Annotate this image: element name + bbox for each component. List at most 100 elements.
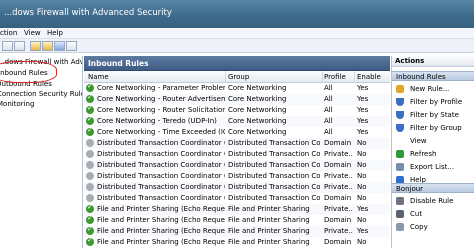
rule-group: Distributed Transaction Coo... xyxy=(228,139,320,147)
table-row[interactable]: Distributed Transaction Coordinator (RPC… xyxy=(84,149,390,160)
rule-name: File and Printer Sharing (Echo Request -… xyxy=(97,227,225,235)
rule-profile: All xyxy=(324,84,333,92)
show-pane-icon[interactable] xyxy=(66,41,77,51)
rule-enabled: Yes xyxy=(357,95,369,103)
new-rule-icon xyxy=(396,85,404,93)
action-label: Filter by Profile xyxy=(410,98,463,106)
disabled-rule-icon xyxy=(86,172,94,180)
table-row[interactable]: File and Printer Sharing (Echo Request -… xyxy=(84,214,390,226)
enabled-rule-icon xyxy=(86,93,94,103)
disabled-rule-icon xyxy=(86,161,94,169)
action-label: Disable Rule xyxy=(410,197,454,205)
enabled-rule-icon xyxy=(86,115,94,125)
disable-icon xyxy=(396,197,404,205)
action-label: Filter by State xyxy=(410,111,459,119)
rule-group: File and Printer Sharing xyxy=(228,205,310,213)
rule-group: Core Networking xyxy=(228,128,287,136)
table-row[interactable]: Core Networking - Router Solicitation (I… xyxy=(84,104,390,116)
table-row[interactable]: Distributed Transaction Coordinator (RPC… xyxy=(84,160,390,171)
filter-icon xyxy=(396,124,404,132)
tree-item-connection-security[interactable]: Connection Security Rules xyxy=(0,90,82,98)
table-row[interactable]: Distributed Transaction Coordinator (TCP… xyxy=(84,182,390,193)
actions-section-bonjour[interactable]: Bonjour xyxy=(392,183,474,193)
back-icon[interactable] xyxy=(2,41,13,51)
rule-profile: All xyxy=(324,117,333,125)
disabled-rule-icon xyxy=(86,183,94,191)
help-icon[interactable] xyxy=(54,41,65,51)
table-row[interactable]: Core Networking - Time Exceeded (ICMP...… xyxy=(84,126,390,138)
rule-profile: All xyxy=(324,128,333,136)
rule-name: File and Printer Sharing (Echo Request -… xyxy=(97,216,225,224)
action-new-rule[interactable]: New Rule... xyxy=(392,83,474,95)
table-row[interactable]: Distributed Transaction Coordinator (RPC… xyxy=(84,171,390,182)
action-label: Cut xyxy=(410,210,423,218)
action-label: View xyxy=(410,137,427,145)
toolbar xyxy=(0,39,474,53)
rule-profile: Private... xyxy=(324,172,353,180)
rule-name: Core Networking - Parameter Problem (I..… xyxy=(97,84,225,92)
column-profile[interactable]: Profile xyxy=(324,73,346,81)
action-label: New Rule... xyxy=(410,85,450,93)
rule-enabled: Yes xyxy=(357,84,369,92)
table-row[interactable]: Distributed Transaction Coordinator (RPC… xyxy=(84,138,390,149)
rule-profile: Domain xyxy=(324,161,352,169)
rule-profile: Private... xyxy=(324,183,353,191)
actions-title: Actions xyxy=(395,57,425,65)
action-filter-by-profile[interactable]: Filter by Profile xyxy=(392,96,474,108)
table-row[interactable]: Distributed Transaction Coordinator (TCP… xyxy=(84,193,390,204)
action-refresh[interactable]: Refresh xyxy=(392,148,474,160)
action-filter-by-state[interactable]: Filter by State xyxy=(392,109,474,121)
table-row[interactable]: Core Networking - Teredo (UDP-In) Core Ne… xyxy=(84,115,390,127)
pane-header: Inbound Rules xyxy=(84,56,390,71)
table-row[interactable]: Core Networking - Router Advertisement..… xyxy=(84,93,390,105)
menu-action[interactable]: ction xyxy=(0,29,17,37)
disabled-rule-icon xyxy=(86,194,94,202)
action-copy[interactable]: Copy xyxy=(392,221,474,233)
rule-profile: All xyxy=(324,95,333,103)
action-disable-rule[interactable]: Disable Rule xyxy=(392,195,474,207)
table-row[interactable]: File and Printer Sharing (Echo Request -… xyxy=(84,236,390,248)
actions-section-inbound[interactable]: Inbound Rules xyxy=(392,71,474,81)
enabled-rule-icon xyxy=(86,203,94,213)
action-cut[interactable]: Cut xyxy=(392,208,474,220)
rule-name: Core Networking - Router Advertisement..… xyxy=(97,95,225,103)
pane-title: Inbound Rules xyxy=(88,59,149,68)
enabled-rule-icon xyxy=(86,126,94,136)
rule-profile: Private... xyxy=(324,205,353,213)
menu-help[interactable]: Help xyxy=(47,29,63,37)
disabled-rule-icon xyxy=(86,150,94,158)
action-view[interactable]: View xyxy=(392,135,474,147)
tree-item-monitoring[interactable]: Monitoring xyxy=(0,100,34,108)
table-row[interactable]: File and Printer Sharing (Echo Request -… xyxy=(84,203,390,215)
export-icon xyxy=(396,163,404,171)
refresh-icon xyxy=(396,150,404,158)
properties-icon[interactable] xyxy=(42,41,53,51)
rule-enabled: No xyxy=(357,183,367,191)
column-enabled[interactable]: Enable xyxy=(357,73,387,81)
rule-profile: Domain xyxy=(324,238,352,246)
actions-pane: Actions Inbound Rules New Rule... Filter … xyxy=(391,56,474,248)
rule-enabled: No xyxy=(357,238,367,246)
rule-enabled: No xyxy=(357,172,367,180)
action-label: Filter by Group xyxy=(410,124,462,132)
rule-profile: Domain xyxy=(324,194,352,202)
table-row[interactable]: File and Printer Sharing (Echo Request -… xyxy=(84,225,390,237)
action-filter-by-group[interactable]: Filter by Group xyxy=(392,122,474,134)
column-name[interactable]: Name xyxy=(88,73,109,81)
rule-group: File and Printer Sharing xyxy=(228,227,310,235)
rule-group: Distributed Transaction Coo... xyxy=(228,150,320,158)
rule-group: Distributed Transaction Coo... xyxy=(228,183,320,191)
rule-name: Distributed Transaction Coordinator (RPC… xyxy=(97,172,225,180)
column-group[interactable]: Group xyxy=(228,73,249,81)
rule-profile: All xyxy=(324,106,333,114)
enabled-rule-icon xyxy=(86,214,94,224)
menu-view[interactable]: View xyxy=(24,29,41,37)
rule-enabled: No xyxy=(357,194,367,202)
table-row[interactable]: Core Networking - Parameter Problem (I..… xyxy=(84,82,390,94)
forward-icon[interactable] xyxy=(14,41,25,51)
enabled-rule-icon xyxy=(86,236,94,246)
filter-icon xyxy=(396,98,404,106)
folder-icon[interactable] xyxy=(30,41,41,51)
rule-name: Distributed Transaction Coordinator (RPC… xyxy=(97,139,225,147)
action-export-list[interactable]: Export List... xyxy=(392,161,474,173)
